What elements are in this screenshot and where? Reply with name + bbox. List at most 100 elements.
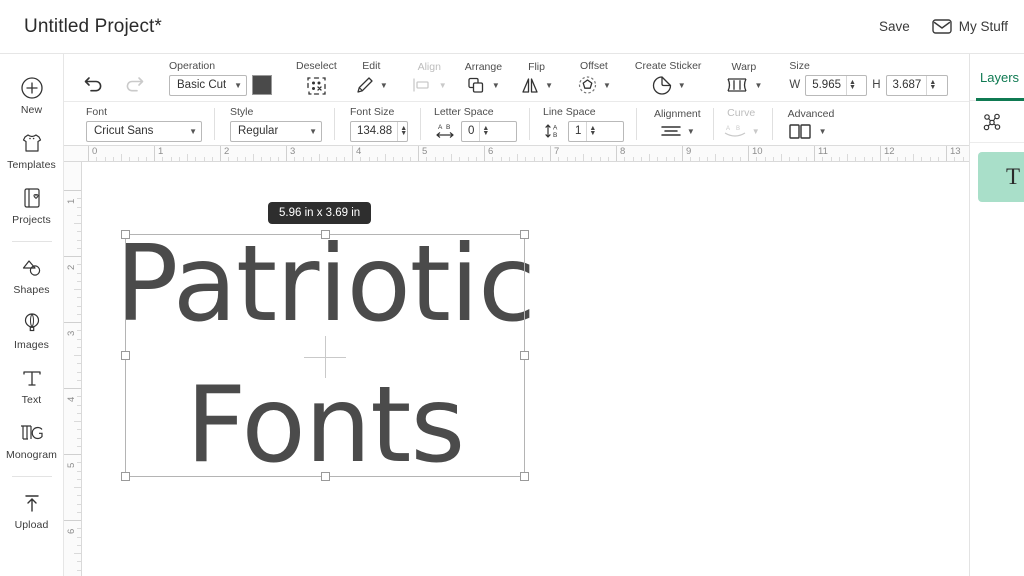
sidebar-item-upload[interactable]: Upload bbox=[0, 483, 64, 538]
svg-text:B: B bbox=[446, 124, 450, 131]
resize-handle-se[interactable] bbox=[520, 472, 529, 481]
ruler-tick-minor bbox=[204, 157, 205, 161]
ruler-tick-minor bbox=[77, 545, 81, 546]
sidebar-item-images[interactable]: Images bbox=[0, 303, 64, 358]
sidebar-item-shapes[interactable]: Shapes bbox=[0, 248, 64, 303]
line-space-input[interactable]: 1 ▲▼ bbox=[568, 121, 624, 142]
sidebar-label-monogram: Monogram bbox=[6, 449, 57, 461]
ruler-tick-minor bbox=[839, 157, 840, 161]
edit-group: Edit ▼ bbox=[346, 54, 397, 101]
font-size-input[interactable]: 134.88 ▲▼ bbox=[350, 121, 408, 142]
svg-text:B: B bbox=[553, 132, 557, 139]
undo-arrow-icon[interactable] bbox=[83, 75, 105, 93]
offset-button[interactable]: ▼ bbox=[577, 75, 611, 95]
resize-handle-sw[interactable] bbox=[121, 472, 130, 481]
letter-space-value: 0 bbox=[468, 125, 474, 137]
resize-handle-e[interactable] bbox=[520, 351, 529, 360]
create-sticker-button[interactable]: ▼ bbox=[651, 75, 686, 96]
resize-handle-s[interactable] bbox=[321, 472, 330, 481]
letter-space-stepper[interactable]: ▲▼ bbox=[479, 122, 491, 141]
arrange-button[interactable]: ▼ bbox=[467, 76, 500, 95]
vertical-ruler[interactable]: 123456 bbox=[64, 162, 82, 576]
width-stepper[interactable]: ▲▼ bbox=[846, 76, 858, 95]
ruler-tick-minor bbox=[77, 504, 81, 505]
ruler-tick-minor bbox=[146, 157, 147, 161]
font-size-stepper[interactable]: ▲▼ bbox=[397, 122, 409, 141]
operation-select[interactable]: Basic Cut ▼ bbox=[169, 75, 247, 96]
ruler-label: 5 bbox=[66, 463, 77, 468]
selection-bounding-box[interactable] bbox=[125, 234, 525, 477]
tshirt-icon bbox=[20, 130, 44, 156]
font-select[interactable]: Cricut Sans ▼ bbox=[86, 121, 202, 142]
resize-handle-n[interactable] bbox=[321, 230, 330, 239]
line-space-value: 1 bbox=[575, 125, 581, 137]
font-group: Font Cricut Sans ▼ bbox=[74, 102, 211, 145]
ruler-label: 2 bbox=[66, 265, 77, 270]
horizontal-ruler[interactable]: 012345678910111213 bbox=[64, 146, 969, 162]
design-canvas[interactable]: Patriotic Fonts 5.96 in x 3.69 in bbox=[82, 162, 969, 576]
style-group: Style Regular ▼ bbox=[218, 102, 331, 145]
advanced-button[interactable]: ▼ bbox=[788, 123, 827, 140]
letter-space-label: Letter Space bbox=[434, 106, 494, 118]
ruler-tick-minor bbox=[608, 157, 609, 161]
ruler-tick-minor bbox=[525, 157, 526, 161]
tab-active-underline bbox=[976, 98, 1024, 101]
save-button[interactable]: Save bbox=[879, 19, 910, 34]
resize-handle-ne[interactable] bbox=[520, 230, 529, 239]
edit-button[interactable]: ▼ bbox=[355, 75, 388, 95]
ruler-tick-minor bbox=[402, 157, 403, 161]
ruler-label: 0 bbox=[92, 146, 97, 157]
my-stuff-button[interactable]: My Stuff bbox=[932, 19, 1008, 34]
ruler-tick-minor bbox=[591, 157, 592, 161]
font-size-group: Font Size 134.88 ▲▼ bbox=[338, 102, 417, 145]
deselect-group: Deselect bbox=[287, 54, 346, 101]
ruler-tick-minor bbox=[77, 248, 81, 249]
resize-handle-nw[interactable] bbox=[121, 230, 130, 239]
warp-button[interactable]: ▼ bbox=[725, 76, 762, 94]
top-bar: Untitled Project* Save My Stuff bbox=[0, 0, 1024, 54]
style-select[interactable]: Regular ▼ bbox=[230, 121, 322, 142]
sidebar-item-projects[interactable]: Projects bbox=[0, 178, 64, 233]
ruler-tick-minor bbox=[74, 355, 81, 356]
flip-button[interactable]: ▼ bbox=[520, 76, 553, 95]
tab-layers[interactable]: Layers bbox=[980, 70, 1019, 85]
ruler-tick-minor bbox=[567, 157, 568, 161]
toolbar-divider bbox=[334, 108, 335, 140]
ruler-tick-minor bbox=[443, 157, 444, 161]
operation-group: Operation Basic Cut ▼ bbox=[160, 54, 281, 101]
ruler-tick-minor bbox=[798, 157, 799, 161]
height-stepper[interactable]: ▲▼ bbox=[926, 76, 938, 95]
ruler-tick-minor bbox=[509, 157, 510, 161]
style-label: Style bbox=[230, 106, 253, 118]
line-space-stepper[interactable]: ▲▼ bbox=[586, 122, 598, 141]
ruler-label: 1 bbox=[158, 146, 163, 157]
height-input[interactable]: 3.687 ▲▼ bbox=[886, 75, 948, 96]
ruler-tick-minor bbox=[657, 157, 658, 161]
sidebar-item-new[interactable]: New bbox=[0, 68, 64, 123]
operation-color-swatch[interactable] bbox=[252, 75, 272, 95]
layer-item-text[interactable]: T bbox=[978, 152, 1024, 202]
ruler-tick-minor bbox=[77, 512, 81, 513]
width-input[interactable]: 5.965 ▲▼ bbox=[805, 75, 867, 96]
ruler-tick-minor bbox=[278, 157, 279, 161]
ruler-tick-minor bbox=[921, 157, 922, 161]
toolbar-divider bbox=[713, 108, 714, 140]
chevron-down-icon: ▼ bbox=[601, 81, 611, 90]
redo-arrow-icon bbox=[123, 75, 145, 93]
sidebar-item-templates[interactable]: Templates bbox=[0, 123, 64, 178]
sidebar-label-templates: Templates bbox=[7, 159, 56, 171]
ruler-label: 10 bbox=[752, 146, 763, 157]
group-nodes-icon[interactable] bbox=[982, 112, 1003, 132]
toolbar-divider bbox=[529, 108, 530, 140]
letter-space-input[interactable]: 0 ▲▼ bbox=[461, 121, 517, 142]
warp-label: Warp bbox=[732, 61, 757, 73]
resize-handle-w[interactable] bbox=[121, 351, 130, 360]
sidebar-item-text[interactable]: Text bbox=[0, 358, 64, 413]
alignment-button[interactable]: ▼ bbox=[660, 123, 695, 139]
letter-space-group: Letter Space AB 0 ▲▼ bbox=[424, 102, 526, 145]
deselect-marquee-icon[interactable] bbox=[306, 75, 327, 96]
sidebar-item-monogram[interactable]: Monogram bbox=[0, 413, 64, 468]
chevron-down-icon: ▼ bbox=[817, 127, 827, 136]
ruler-tick-minor bbox=[756, 157, 757, 161]
ruler-label: 7 bbox=[554, 146, 559, 157]
